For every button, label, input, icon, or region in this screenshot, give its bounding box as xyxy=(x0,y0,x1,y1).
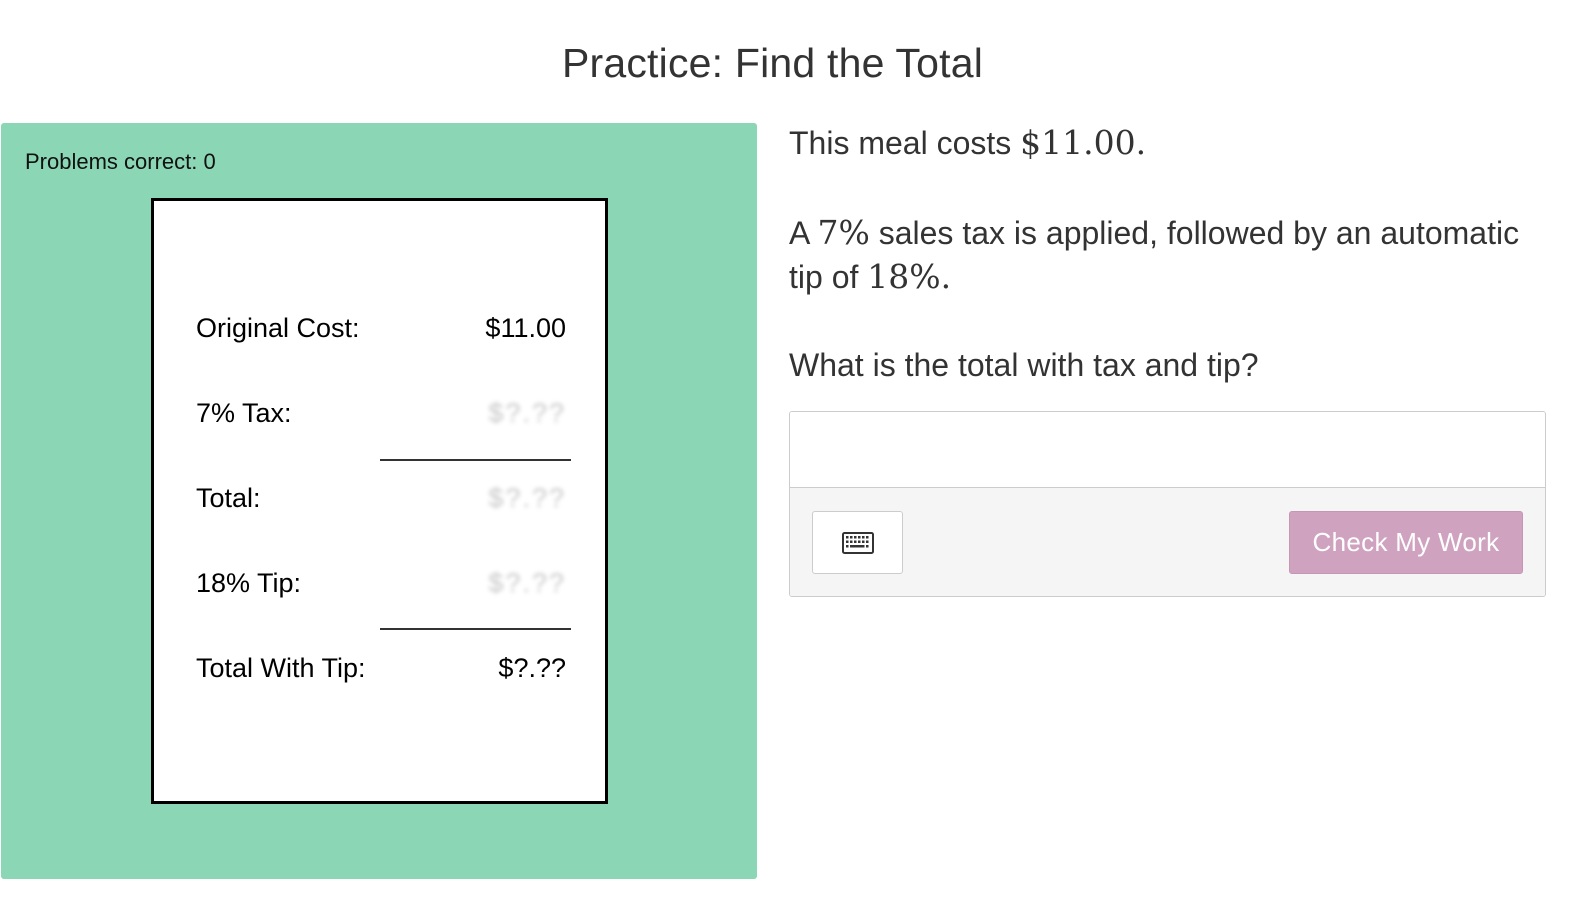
receipt-value: $?.?? xyxy=(498,653,566,683)
question-text: This meal costs xyxy=(789,125,1021,161)
receipt-row-total-with-tip: Total With Tip: $?.?? xyxy=(196,653,566,693)
receipt-row-tax: 7% Tax: $?.?? xyxy=(196,398,566,438)
question-text: A xyxy=(789,215,818,251)
page-title: Practice: Find the Total xyxy=(561,40,984,86)
receipt-label: Original Cost: xyxy=(196,313,360,343)
problems-correct-counter: Problems correct: 0 xyxy=(25,149,216,174)
receipt-row-total: Total: $?.?? xyxy=(196,483,566,523)
question-meal-cost: This meal costs $11.00. xyxy=(789,121,1549,165)
receipt-value-hidden: $?.?? xyxy=(488,483,566,513)
receipt-row-tip: 18% Tip: $?.?? xyxy=(196,568,566,608)
answer-toolbar: Check My Work xyxy=(790,488,1545,596)
receipt-divider xyxy=(380,459,571,461)
keyboard-icon xyxy=(841,531,874,554)
receipt-panel: Problems correct: 0 Original Cost: $11.0… xyxy=(1,123,757,879)
receipt-value: $11.00 xyxy=(485,313,566,343)
answer-box: Check My Work xyxy=(789,411,1546,597)
tax-rate-value: 7% xyxy=(817,213,870,252)
receipt-row-original-cost: Original Cost: $11.00 xyxy=(196,313,566,353)
meal-cost-value: $11.00. xyxy=(1020,123,1147,162)
check-my-work-button[interactable]: Check My Work xyxy=(1289,511,1523,574)
receipt-label: Total With Tip: xyxy=(196,653,366,683)
receipt: Original Cost: $11.00 7% Tax: $?.?? Tota… xyxy=(151,198,608,804)
question-tax-tip: A 7% sales tax is applied, followed by a… xyxy=(789,211,1549,299)
practice-page: Practice: Find the Total Problems correc… xyxy=(0,0,1590,910)
answer-input[interactable] xyxy=(790,412,1545,488)
keyboard-button[interactable] xyxy=(812,511,903,574)
question-prompt: What is the total with tax and tip? xyxy=(789,347,1259,383)
receipt-value-hidden: $?.?? xyxy=(488,568,566,598)
receipt-label: Total: xyxy=(196,483,261,513)
receipt-label: 7% Tax: xyxy=(196,398,292,428)
receipt-divider xyxy=(380,628,571,630)
tip-rate-value: 18%. xyxy=(867,257,952,296)
receipt-label: 18% Tip: xyxy=(196,568,302,598)
receipt-value-hidden: $?.?? xyxy=(488,398,566,428)
